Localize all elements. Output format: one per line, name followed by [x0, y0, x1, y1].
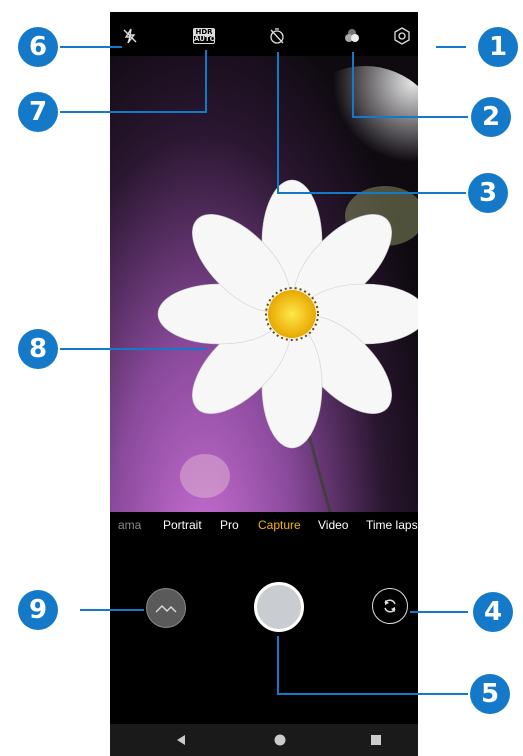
camera-mode-selector: ama Portrait Pro Capture Video Time laps…: [110, 512, 418, 540]
callout-5: 5: [470, 674, 510, 714]
callout-4: 4: [473, 592, 513, 632]
hdr-auto-label: AUTO: [194, 35, 216, 43]
timer-off-icon[interactable]: [265, 24, 289, 48]
camera-controls: [110, 540, 418, 702]
cosmos-flower-image: [157, 66, 418, 512]
mode-video[interactable]: Video: [318, 518, 348, 532]
mode-capture[interactable]: Capture: [258, 518, 301, 532]
phone-screen: HDR AUTO ama Portrait Pro Capture Video …: [110, 12, 418, 756]
mode-time-lapse[interactable]: Time lapse: [366, 518, 418, 532]
filters-icon[interactable]: [340, 24, 364, 48]
settings-icon[interactable]: [390, 24, 414, 48]
gallery-icon: [155, 605, 177, 613]
switch-camera-icon: [384, 599, 396, 613]
mode-portrait[interactable]: Portrait: [163, 518, 202, 532]
hdr-auto-icon[interactable]: HDR AUTO: [192, 24, 216, 48]
callout-7: 7: [18, 92, 58, 132]
callout-6: 6: [18, 27, 58, 67]
callout-9: 9: [18, 590, 58, 630]
callout-8: 8: [18, 329, 58, 369]
camera-top-toolbar: HDR AUTO: [110, 12, 418, 56]
gallery-thumbnail[interactable]: [146, 588, 186, 628]
home-icon[interactable]: [272, 732, 288, 748]
recents-icon[interactable]: [368, 732, 384, 748]
system-nav-bar: [110, 724, 418, 756]
switch-camera-button[interactable]: [372, 588, 408, 624]
back-icon[interactable]: [173, 732, 189, 748]
mode-pro[interactable]: Pro: [220, 518, 239, 532]
camera-viewfinder[interactable]: [110, 56, 418, 512]
callout-2: 2: [471, 97, 511, 137]
callout-3: 3: [468, 173, 508, 213]
flash-off-icon[interactable]: [118, 24, 142, 48]
shutter-button[interactable]: [254, 582, 304, 632]
mode-panorama[interactable]: ama: [118, 518, 141, 532]
callout-1: 1: [478, 27, 518, 67]
